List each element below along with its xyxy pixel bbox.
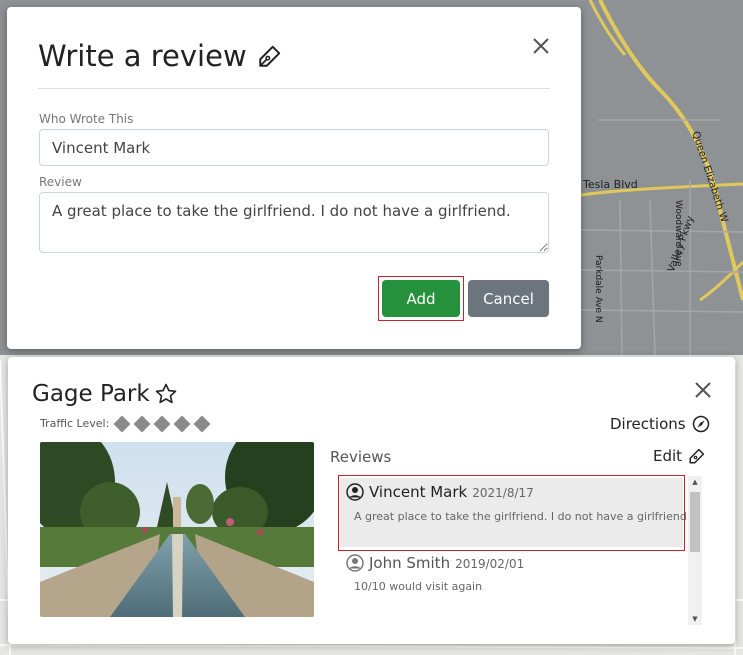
map-label-parkdale: Parkdale Ave N [593,255,603,323]
review-header: John Smith 2019/02/01 [346,554,524,572]
directions-link[interactable]: Directions [610,415,710,433]
traffic-level-label: Traffic Level: [40,417,110,430]
write-review-modal: Write a review Who Wrote This Review A g… [7,7,581,349]
author-field-label: Who Wrote This [39,112,134,126]
author-input[interactable] [39,129,549,166]
traffic-diamond-icon [133,415,151,432]
review-field-label: Review [39,175,82,189]
traffic-diamond-icon [153,415,171,432]
review-date: 2019/02/01 [455,557,525,571]
user-icon [346,483,364,501]
reviews-heading: Reviews [330,448,392,466]
modal-divider [38,88,550,89]
pen-icon [689,448,705,464]
reviews-list[interactable]: Vincent Mark 2021/8/17 A great place to … [338,475,704,625]
directions-label: Directions [610,415,686,433]
review-textarea[interactable]: A great place to take the girlfriend. I … [39,192,549,253]
review-text: A great place to take the girlfriend. I … [354,510,691,523]
modal-title-text: Write a review [38,39,247,73]
review-text: 10/10 would visit again [354,580,483,593]
review-author: Vincent Mark [369,483,468,501]
park-name: Gage Park [32,381,150,407]
scroll-up-arrow-icon[interactable]: ▲ [688,476,702,488]
user-icon [346,554,364,572]
park-title: Gage Park [32,381,178,407]
review-item[interactable]: Vincent Mark 2021/8/17 A great place to … [338,475,690,551]
review-author: John Smith [369,554,451,572]
traffic-diamond-icon [193,415,211,432]
add-button[interactable]: Add [382,280,460,317]
pen-icon [258,45,280,67]
traffic-diamond-icon [113,415,131,432]
edit-reviews-link[interactable]: Edit [653,447,706,465]
park-info-card: Gage Park Traffic Level: Directions Revi… [8,357,735,644]
map-label-tesla: Tesla Blvd [583,178,638,191]
scroll-thumb[interactable] [690,492,700,552]
park-photo [40,442,314,617]
reviews-scrollbar[interactable]: ▲ ▼ [688,476,702,625]
edit-label: Edit [653,447,683,465]
scroll-down-arrow-icon[interactable]: ▼ [688,613,702,625]
modal-title: Write a review [38,39,283,73]
traffic-level: Traffic Level: [40,415,211,432]
review-date: 2021/8/17 [472,486,534,500]
modal-close-icon[interactable] [532,37,550,55]
review-header: Vincent Mark 2021/8/17 [346,483,534,501]
compass-icon [692,415,709,433]
traffic-diamond-icon [173,415,191,432]
review-item[interactable]: John Smith 2019/02/01 10/10 would visit … [338,554,686,614]
cancel-button[interactable]: Cancel [468,280,549,317]
card-close-icon[interactable] [694,381,712,399]
favorite-star-icon[interactable] [154,382,178,406]
